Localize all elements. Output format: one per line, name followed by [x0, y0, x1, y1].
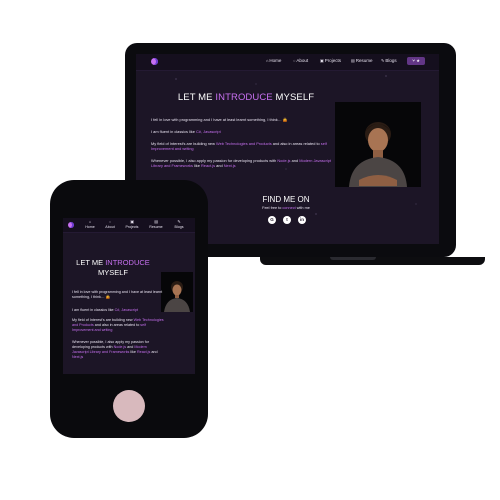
text: and [127, 345, 134, 349]
text: like [130, 350, 136, 354]
nav-item-resume[interactable]: ▤Resume [351, 58, 373, 63]
nav-item-label: Resume [355, 58, 373, 63]
nav-item-blogs[interactable]: ✎Blogs [169, 220, 189, 229]
nav-item-label: Resume [149, 224, 163, 229]
text: and [151, 350, 158, 354]
text: I am fluent in classics like [151, 129, 195, 134]
tech-highlight: React.js [137, 350, 151, 354]
nav-item-resume[interactable]: ▤Resume [146, 220, 166, 229]
intro-paragraph-3: My field of Interest's are building new … [151, 141, 336, 152]
text: with me [296, 206, 310, 210]
text: like [194, 163, 200, 169]
text: Feel free to [262, 206, 282, 210]
nav-item-label: Projects [125, 224, 139, 229]
intro-paragraph-2: I am fluent in classics like C#, Javascr… [72, 308, 164, 313]
nav-item-label: Blogs [385, 58, 397, 63]
title-suffix: MYSELF [275, 92, 315, 103]
logo-icon[interactable] [68, 222, 74, 228]
navbar: ⌂Home ◌About ▣Projects ▤Resume ✎Blogs ⑂ … [136, 54, 439, 71]
phone-screen: ⌂ Home ◌ About ▣ Projects ▤ Resume ✎ Blogs LE… [63, 218, 195, 374]
tech-highlight: Next.js [223, 163, 236, 169]
tech-highlight: Next.js [72, 355, 84, 359]
text: I am fluent in classics like [72, 308, 114, 312]
title-prefix: LET ME [177, 92, 213, 103]
intro-paragraph-3: My field of Interest's are building new … [72, 318, 164, 333]
nav-item-label: Home [269, 58, 282, 63]
laptop-notch [330, 257, 376, 260]
page-title: LET ME INTRODUCE MYSELF [63, 258, 163, 278]
projects-icon: ▣ [320, 58, 324, 63]
logo-icon[interactable] [151, 58, 158, 65]
blogs-icon: ✎ [381, 58, 385, 63]
intro-paragraph-2: I am fluent in classics like C#, Javascr… [151, 129, 336, 134]
text: and also in areas related to [94, 323, 140, 327]
linkedin-icon[interactable]: in [298, 216, 306, 224]
title-prefix: LET ME [76, 258, 104, 267]
intro-paragraph-1: I fell in love with programming and I ha… [72, 290, 163, 299]
languages-highlight: C#, Javascript [114, 308, 139, 312]
text: and also in areas related to [272, 141, 320, 146]
nav-item-about[interactable]: ◌About [293, 58, 308, 63]
nav-item-projects[interactable]: ▣Projects [122, 220, 142, 229]
tech-highlight: React.js [200, 163, 216, 169]
nav-item-label: Blogs [174, 224, 184, 229]
fork-star-icon: ⑂ ★ [412, 58, 420, 64]
nav-item-label: About [296, 58, 309, 63]
tech-highlight: Node.js [113, 345, 127, 349]
text: and [291, 158, 299, 163]
tech-highlight: Node.js [277, 158, 291, 163]
resume-icon: ▤ [351, 58, 355, 63]
nav-item-projects[interactable]: ▣Projects [320, 58, 341, 63]
nav-item-label: About [105, 224, 115, 229]
intro-paragraph-4: Whenever possible, I also apply my passi… [72, 340, 164, 360]
title-accent: INTRODUCE [215, 92, 273, 103]
connect-highlight: connect [282, 206, 296, 210]
github-icon[interactable]: G [268, 216, 276, 224]
intro-paragraph-4: Whenever possible, I also apply my passi… [151, 158, 336, 169]
nav-item-label: Projects [324, 58, 342, 63]
find-me-title: FIND ME ON [262, 195, 310, 204]
profile-photo [335, 102, 421, 187]
text: Whenever possible, I also apply my passi… [151, 158, 277, 163]
profile-photo [161, 272, 193, 312]
nav-item-about[interactable]: ◌About [100, 220, 120, 229]
nav-item-home[interactable]: ⌂Home [266, 58, 281, 63]
text: and [216, 163, 223, 169]
phone-home-button[interactable] [113, 390, 145, 422]
text: My field of Interest's are building new [72, 318, 133, 322]
intro-paragraph-1: I fell in love with programming and I ha… [151, 117, 288, 122]
nav-item-home[interactable]: ⌂Home [80, 220, 100, 229]
fork-star-button[interactable]: ⑂ ★ [407, 57, 425, 65]
interest-highlight: Web Technologies and Products [215, 141, 272, 146]
twitter-icon[interactable]: t [283, 216, 291, 224]
nav-item-blogs[interactable]: ✎Blogs [381, 58, 397, 63]
page-title: LET ME INTRODUCE MYSELF [156, 92, 336, 103]
title-suffix: MYSELF [97, 268, 128, 277]
languages-highlight: C#, Javascript [196, 129, 221, 134]
laptop-base [260, 257, 485, 265]
nav-item-label: Home [85, 224, 95, 229]
title-accent: INTRODUCE [105, 258, 150, 267]
mobile-navbar: ⌂ Home ◌ About ▣ Projects ▤ Resume ✎ Blogs [63, 218, 195, 233]
connect-text: Feel free to connect with me [236, 206, 336, 210]
text: My field of Interest's are building new [151, 141, 215, 146]
